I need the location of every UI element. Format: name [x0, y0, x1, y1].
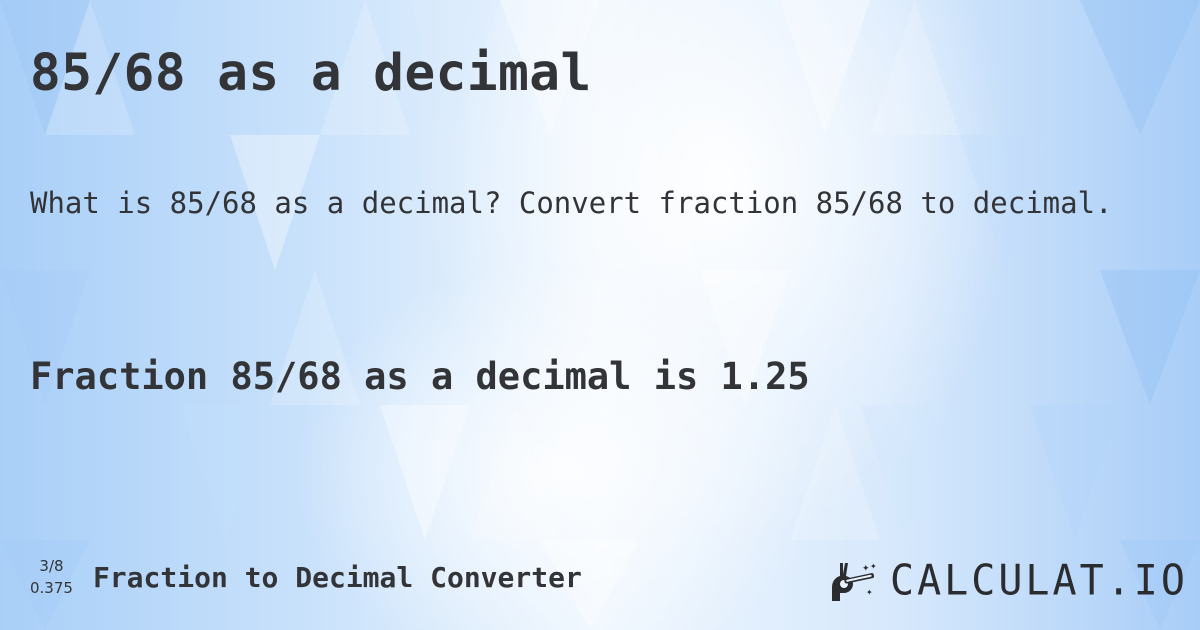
svg-text:✦: ✦ — [870, 562, 877, 571]
example-decimal: 0.375 — [30, 579, 73, 597]
fraction-example-icon: 3/8 0.375 — [30, 555, 73, 599]
question-text: What is 85/68 as a decimal? Convert frac… — [30, 186, 1113, 220]
brand-name: CALCULAT.IO — [890, 556, 1188, 606]
converter-label: Fraction to Decimal Converter — [92, 560, 582, 594]
svg-text:✦: ✦ — [866, 588, 873, 597]
answer-text: Fraction 85/68 as a decimal is 1.25 — [30, 355, 810, 398]
calculat-io-logo[interactable]: ✦ ✦ ✦ CALCULAT.IO — [828, 557, 1188, 605]
page-title: 85/68 as a decimal — [30, 44, 592, 103]
fraction-to-decimal-converter-link[interactable]: 3/8 0.375 Fraction to Decimal Converter — [30, 555, 582, 599]
svg-text:✦: ✦ — [862, 564, 870, 574]
magic-hand-wand-icon: ✦ ✦ ✦ — [828, 557, 882, 605]
example-fraction: 3/8 — [39, 557, 64, 575]
